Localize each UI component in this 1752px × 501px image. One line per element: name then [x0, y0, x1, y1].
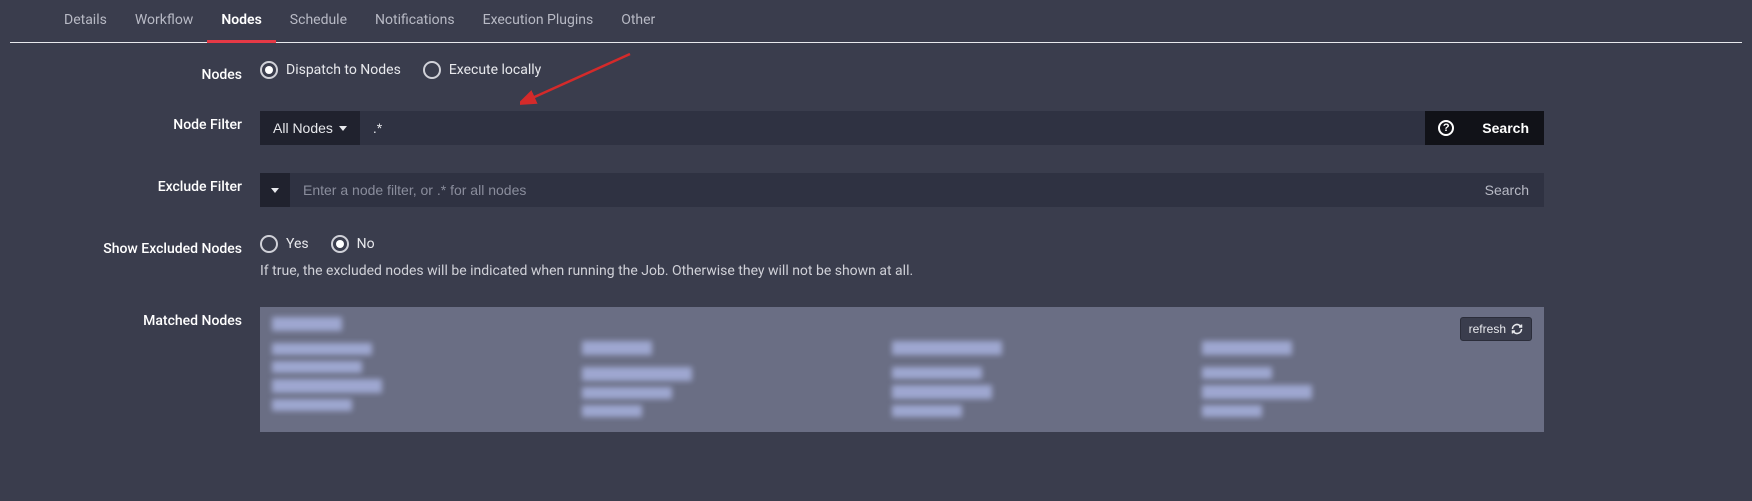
show-excluded-label: Show Excluded Nodes — [0, 235, 260, 257]
show-excluded-hint: If true, the excluded nodes will be indi… — [260, 263, 1544, 279]
exclude-filter-search-button[interactable]: Search — [1470, 173, 1544, 207]
exclude-filter-input[interactable] — [290, 173, 1470, 207]
radio-show-excluded-no[interactable]: No — [331, 235, 375, 253]
node-filter-input-group: All Nodes ? Search — [260, 111, 1544, 145]
radio-dispatch-label: Dispatch to Nodes — [286, 62, 401, 78]
show-excluded-radio-group: Yes No — [260, 235, 1544, 253]
tab-execution-plugins[interactable]: Execution Plugins — [469, 0, 608, 42]
exclude-filter-label: Exclude Filter — [0, 173, 260, 195]
matched-node-item — [1202, 341, 1312, 422]
matched-node-item — [272, 317, 382, 422]
exclude-filter-input-group: Search — [260, 173, 1544, 207]
tab-notifications[interactable]: Notifications — [361, 0, 469, 42]
help-icon: ? — [1438, 120, 1454, 136]
refresh-icon — [1511, 323, 1523, 335]
radio-icon — [423, 61, 441, 79]
tab-nodes[interactable]: Nodes — [207, 0, 275, 43]
radio-icon — [260, 61, 278, 79]
node-filter-help-button[interactable]: ? — [1425, 111, 1467, 145]
matched-node-item — [582, 341, 692, 422]
radio-no-label: No — [357, 236, 375, 252]
node-filter-input[interactable] — [360, 111, 1425, 145]
nodes-radio-group: Dispatch to Nodes Execute locally — [260, 61, 1544, 79]
radio-yes-label: Yes — [286, 236, 309, 252]
exclude-filter-dropdown[interactable] — [260, 173, 290, 207]
radio-show-excluded-yes[interactable]: Yes — [260, 235, 309, 253]
refresh-label: refresh — [1469, 322, 1506, 336]
node-filter-label: Node Filter — [0, 111, 260, 133]
node-filter-dropdown[interactable]: All Nodes — [260, 111, 360, 145]
refresh-button[interactable]: refresh — [1460, 317, 1532, 341]
tab-details[interactable]: Details — [50, 0, 121, 42]
tabs-bar: Details Workflow Nodes Schedule Notifica… — [10, 0, 1742, 43]
matched-nodes-panel: refresh — [260, 307, 1544, 432]
tab-schedule[interactable]: Schedule — [276, 0, 361, 42]
matched-nodes-label: Matched Nodes — [0, 307, 260, 329]
chevron-down-icon — [271, 188, 279, 193]
node-filter-search-button[interactable]: Search — [1467, 111, 1544, 145]
matched-node-item — [892, 341, 1002, 422]
node-filter-dropdown-label: All Nodes — [273, 120, 333, 136]
annotation-arrow-icon — [520, 49, 640, 109]
radio-execute-locally-label: Execute locally — [449, 62, 541, 78]
tab-workflow[interactable]: Workflow — [121, 0, 208, 42]
nodes-label: Nodes — [0, 61, 260, 83]
radio-icon — [260, 235, 278, 253]
radio-icon — [331, 235, 349, 253]
radio-execute-locally[interactable]: Execute locally — [423, 61, 541, 79]
tab-other[interactable]: Other — [607, 0, 669, 42]
chevron-down-icon — [339, 126, 347, 131]
radio-dispatch-to-nodes[interactable]: Dispatch to Nodes — [260, 61, 401, 79]
